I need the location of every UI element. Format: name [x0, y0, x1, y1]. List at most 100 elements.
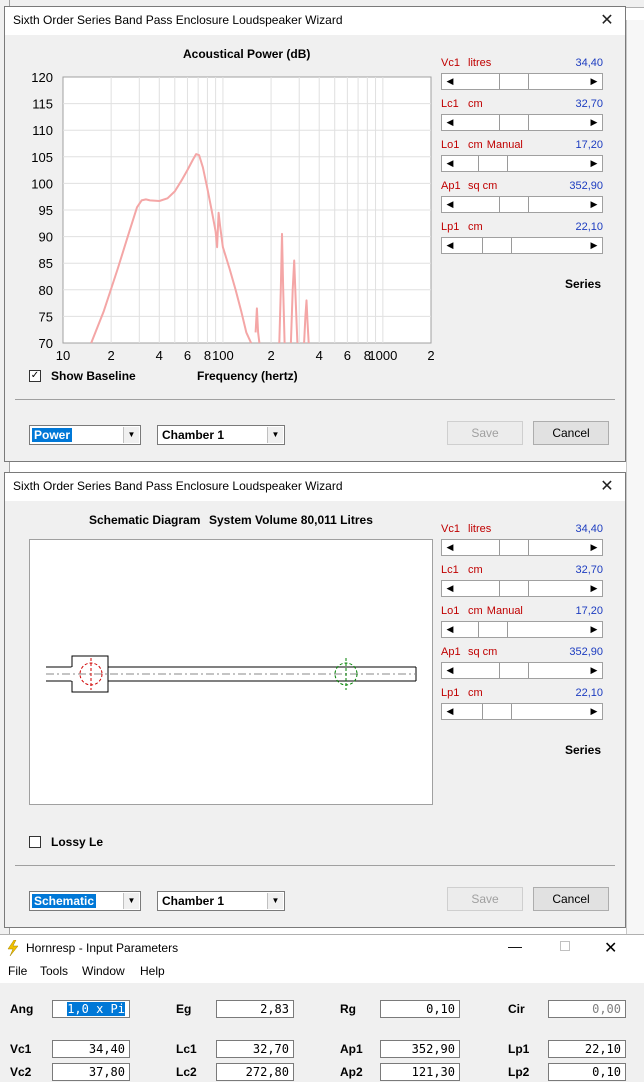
- arrow-left-icon[interactable]: ◀: [442, 74, 458, 89]
- arrow-left-icon[interactable]: ◀: [442, 581, 458, 596]
- menu-window[interactable]: Window: [82, 964, 125, 978]
- slider-lo1[interactable]: ◀ ▶: [441, 155, 603, 172]
- param-field-lc1[interactable]: 32,70: [216, 1040, 294, 1058]
- chamber-dropdown[interactable]: Chamber 1 ▼: [157, 425, 285, 445]
- arrow-right-icon[interactable]: ▶: [586, 74, 602, 89]
- slider-thumb[interactable]: [499, 581, 529, 596]
- title-bar[interactable]: Sixth Order Series Band Pass Enclosure L…: [5, 7, 625, 35]
- chevron-down-icon[interactable]: ▼: [123, 893, 139, 909]
- arrow-right-icon[interactable]: ▶: [586, 540, 602, 555]
- slider-thumb[interactable]: [499, 115, 529, 130]
- arrow-right-icon[interactable]: ▶: [586, 663, 602, 678]
- param-label-lp1: Lp1: [508, 1042, 530, 1056]
- arrow-right-icon[interactable]: ▶: [586, 115, 602, 130]
- menu-file[interactable]: File: [8, 964, 27, 978]
- arrow-right-icon[interactable]: ▶: [586, 704, 602, 719]
- param-field-lp1[interactable]: 22,10: [548, 1040, 626, 1058]
- arrow-left-icon[interactable]: ◀: [442, 115, 458, 130]
- slider-lc1[interactable]: ◀ ▶: [441, 114, 603, 131]
- slider-thumb[interactable]: [478, 622, 508, 637]
- slider-thumb[interactable]: [499, 540, 529, 555]
- arrow-right-icon[interactable]: ▶: [586, 238, 602, 253]
- title-bar[interactable]: Sixth Order Series Band Pass Enclosure L…: [5, 473, 625, 501]
- close-icon[interactable]: ✕: [597, 477, 617, 497]
- chevron-down-icon[interactable]: ▼: [267, 893, 283, 909]
- slider-lc1[interactable]: ◀ ▶: [441, 580, 603, 597]
- window-title: Sixth Order Series Band Pass Enclosure L…: [13, 13, 343, 27]
- slider-vc1[interactable]: ◀ ▶: [441, 539, 603, 556]
- slider-lp1[interactable]: ◀ ▶: [441, 237, 603, 254]
- slider-value: 22,10: [575, 221, 603, 233]
- param-field-ap2[interactable]: 121,30: [380, 1063, 460, 1081]
- param-field-eg[interactable]: 2,83: [216, 1000, 294, 1018]
- arrow-right-icon[interactable]: ▶: [586, 156, 602, 171]
- param-field-lc2[interactable]: 272,80: [216, 1063, 294, 1081]
- x-tick-label: 8: [204, 348, 211, 363]
- slider-thumb[interactable]: [482, 704, 512, 719]
- slider-lp1[interactable]: ◀ ▶: [441, 703, 603, 720]
- slider-label-ap1: Ap1 sq cm 352,90: [441, 180, 603, 194]
- minimize-icon[interactable]: —: [508, 938, 522, 954]
- hornresp-title-bar[interactable]: Hornresp - Input Parameters — ✕: [0, 935, 644, 961]
- param-value: 0,00: [592, 1002, 621, 1016]
- param-field-cir[interactable]: 0,00: [548, 1000, 626, 1018]
- x-axis-label: Frequency (hertz): [197, 369, 298, 383]
- param-field-rg[interactable]: 0,10: [380, 1000, 460, 1018]
- lossy-le-checkbox[interactable]: [29, 836, 41, 848]
- param-field-ang[interactable]: 1,0 x Pi: [52, 1000, 130, 1018]
- mode-dropdown[interactable]: Power ▼: [29, 425, 141, 445]
- maximize-icon[interactable]: [560, 941, 570, 951]
- param-field-vc2[interactable]: 37,80: [52, 1063, 130, 1081]
- lossy-le-label[interactable]: Lossy Le: [51, 835, 103, 849]
- mode-dropdown[interactable]: Schematic ▼: [29, 891, 141, 911]
- slider-vc1[interactable]: ◀ ▶: [441, 73, 603, 90]
- chevron-down-icon[interactable]: ▼: [267, 427, 283, 443]
- arrow-right-icon[interactable]: ▶: [586, 197, 602, 212]
- arrow-right-icon[interactable]: ▶: [586, 622, 602, 637]
- close-icon[interactable]: ✕: [597, 11, 617, 31]
- slider-param-unit: litres: [468, 523, 492, 535]
- system-volume-label: System Volume 80,011 Litres: [209, 513, 373, 527]
- slider-param-unit: cm: [468, 98, 483, 110]
- param-label-rg: Rg: [340, 1002, 356, 1016]
- show-baseline-checkbox[interactable]: ✓: [29, 370, 41, 382]
- menu-tools[interactable]: Tools: [40, 964, 68, 978]
- mode-dropdown-value: Power: [32, 428, 73, 442]
- slider-lo1[interactable]: ◀ ▶: [441, 621, 603, 638]
- param-value: 2,83: [260, 1002, 289, 1016]
- slider-thumb[interactable]: [482, 238, 512, 253]
- cancel-button[interactable]: Cancel: [533, 887, 609, 911]
- param-field-ap1[interactable]: 352,90: [380, 1040, 460, 1058]
- show-baseline-label[interactable]: Show Baseline: [51, 369, 136, 383]
- save-button[interactable]: Save: [447, 421, 523, 445]
- arrow-left-icon[interactable]: ◀: [442, 156, 458, 171]
- cancel-button[interactable]: Cancel: [533, 421, 609, 445]
- close-icon[interactable]: ✕: [604, 938, 617, 958]
- x-tick-label: 10: [56, 348, 70, 363]
- param-field-lp2[interactable]: 0,10: [548, 1063, 626, 1081]
- arrow-left-icon[interactable]: ◀: [442, 663, 458, 678]
- arrow-left-icon[interactable]: ◀: [442, 540, 458, 555]
- y-tick-label: 95: [39, 203, 53, 218]
- param-field-vc1[interactable]: 34,40: [52, 1040, 130, 1058]
- chevron-down-icon[interactable]: ▼: [123, 427, 139, 443]
- arrow-left-icon[interactable]: ◀: [442, 704, 458, 719]
- arrow-left-icon[interactable]: ◀: [442, 238, 458, 253]
- arrow-left-icon[interactable]: ◀: [442, 622, 458, 637]
- menu-help[interactable]: Help: [140, 964, 165, 978]
- slider-thumb[interactable]: [478, 156, 508, 171]
- param-label-lc1: Lc1: [176, 1042, 197, 1056]
- slider-thumb[interactable]: [499, 74, 529, 89]
- slider-ap1[interactable]: ◀ ▶: [441, 196, 603, 213]
- slider-value: 352,90: [569, 180, 603, 192]
- save-button[interactable]: Save: [447, 887, 523, 911]
- arrow-right-icon[interactable]: ▶: [586, 581, 602, 596]
- slider-thumb[interactable]: [499, 663, 529, 678]
- param-label-ap1: Ap1: [340, 1042, 363, 1056]
- arrow-left-icon[interactable]: ◀: [442, 197, 458, 212]
- slider-ap1[interactable]: ◀ ▶: [441, 662, 603, 679]
- slider-thumb[interactable]: [499, 197, 529, 212]
- chamber-dropdown[interactable]: Chamber 1 ▼: [157, 891, 285, 911]
- schematic-heading: Schematic Diagram: [89, 513, 201, 527]
- wizard-window-schematic: Sixth Order Series Band Pass Enclosure L…: [4, 472, 626, 928]
